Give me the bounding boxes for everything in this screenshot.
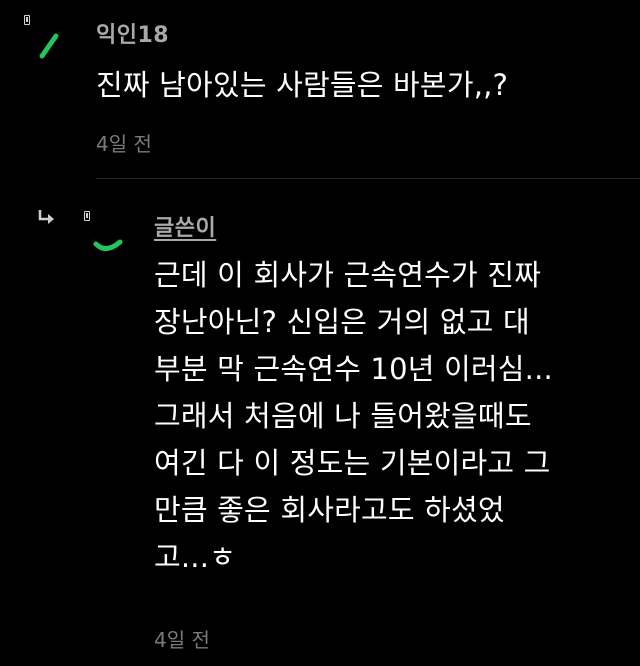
avatar-icon [39,33,59,59]
comment-author[interactable]: 익인18 [96,17,169,49]
reply-time: 4일 전 [154,628,210,652]
comment-item[interactable]: 익인18 진짜 남아있는 사람들은 바본가,,? 4일 전 [0,0,640,178]
comment-text: 진짜 남아있는 사람들은 바본가,,? [96,68,509,102]
bookmark-icon [24,15,30,25]
comment-time: 4일 전 [96,132,152,156]
reply-item[interactable]: 글쓴이 근데 이 회사가 근속연수가 진짜 장난아닌? 신입은 거의 없고 대 … [0,180,640,666]
reply-author[interactable]: 글쓴이 [154,210,216,242]
comment-divider [96,178,640,179]
reply-arrow-icon [38,210,54,224]
bookmark-icon [84,211,90,221]
avatar-icon [93,239,123,251]
reply-text: 근데 이 회사가 근속연수가 진짜 장난아닌? 신입은 거의 없고 대 부분 막… [154,258,553,574]
